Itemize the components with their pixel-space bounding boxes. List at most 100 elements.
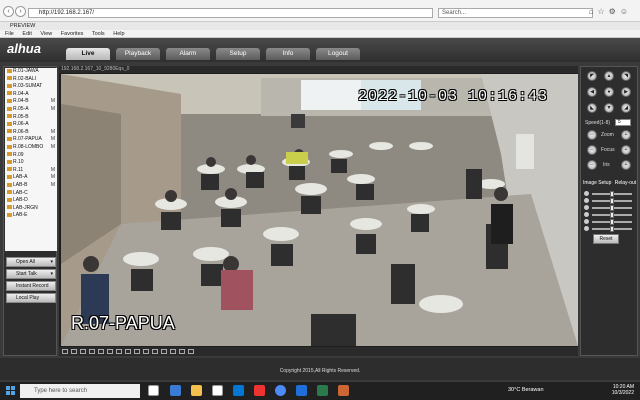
taskbar-search-input[interactable]: Type here to search [20,384,140,398]
slider-track[interactable] [592,226,632,232]
open-all-button[interactable]: Open All ▾ [6,257,56,267]
task-view-icon[interactable] [148,385,159,396]
slider-track[interactable] [592,219,632,225]
ptz-down-icon[interactable]: ▼ [604,103,614,113]
zoom-icon[interactable] [170,349,176,354]
browser-tab[interactable]: PREVIEW [0,22,640,30]
slider-track[interactable] [592,212,632,218]
menu-favorites[interactable]: Favorites [61,31,84,37]
camera-list-item[interactable]: LAB-B M [5,182,57,190]
image-slider-row[interactable] [584,212,636,218]
image-slider-row[interactable] [584,219,636,225]
tab-info[interactable]: Info [266,48,310,60]
layout-1-icon[interactable] [62,349,68,354]
slider-knob[interactable] [610,205,614,211]
tab-image-setup[interactable]: Image Setup [582,180,612,186]
focus-near-icon[interactable]: − [587,145,597,155]
camera-stream-indicator[interactable]: M [51,106,55,114]
image-slider-row[interactable] [584,198,636,204]
slider-knob[interactable] [610,219,614,225]
iris-open-icon[interactable]: + [621,160,631,170]
camera-list[interactable]: R.01-JAWA R.02-BALI R.03-SUMAT R.04-A R.04-B… [5,68,57,251]
record-icon[interactable] [152,349,158,354]
camera-stream-indicator[interactable]: M [51,167,55,175]
browser-toolbar-icons[interactable]: ⌂☆⚙☺ [589,7,632,16]
camera-list-item[interactable]: R.03-SUMAT [5,83,57,91]
tab-setup[interactable]: Setup [216,48,260,60]
ptz-left-icon[interactable]: ◀ [587,87,597,97]
start-talk-button[interactable]: Start Talk ▾ [6,269,56,279]
slider-knob[interactable] [610,212,614,218]
audio-icon[interactable] [161,349,167,354]
snapshot-icon[interactable] [143,349,149,354]
layout-8-icon[interactable] [80,349,86,354]
layout-64-icon[interactable] [125,349,131,354]
zoom-in-icon[interactable]: + [621,130,631,140]
ptz-speed-select[interactable]: 5 [615,119,631,126]
iris-close-icon[interactable]: − [587,160,597,170]
tab-logout[interactable]: Logout [316,48,360,60]
ptz-up-right-icon[interactable]: ◥ [621,71,631,81]
menu-help[interactable]: Help [113,31,124,37]
slider-knob[interactable] [610,198,614,204]
camera-list-item[interactable]: R.05-B [5,114,57,122]
fullscreen-icon[interactable] [134,349,140,354]
slider-track[interactable] [592,198,632,204]
image-slider-row[interactable] [584,191,636,197]
camera-list-item[interactable]: R.02-BALI [5,76,57,84]
camera-stream-indicator[interactable]: M [51,136,55,144]
menu-view[interactable]: View [40,31,52,37]
instant-record-button[interactable]: Instant Record [6,281,56,291]
local-play-button[interactable]: Local Play [6,293,56,303]
camera-feed[interactable]: 2022-10-03 10:16:43 R.07-PAPUA [61,74,578,346]
ptz-home-icon[interactable]: ● [604,87,614,97]
image-slider-row[interactable] [584,205,636,211]
camera-list-item[interactable]: R.01-JAWA [5,68,57,76]
app-icon[interactable] [338,385,349,396]
camera-list-item[interactable]: R.06-B M [5,129,57,137]
system-clock[interactable]: 10:20 AM 10/3/2022 [612,384,634,396]
ptz-right-icon[interactable]: ▶ [621,87,631,97]
menu-tools[interactable]: Tools [92,31,105,37]
edge-icon[interactable] [170,385,181,396]
reset-button[interactable]: Reset [593,234,619,244]
windows-start-icon[interactable] [6,386,16,396]
menu-edit[interactable]: Edit [22,31,31,37]
back-icon[interactable]: ‹ [3,6,14,17]
slider-knob[interactable] [610,226,614,232]
slider-knob[interactable] [610,191,614,197]
camera-list-item[interactable]: R.05-A M [5,106,57,114]
image-slider-row[interactable] [584,226,636,232]
forward-icon[interactable]: › [15,6,26,17]
camera-list-item[interactable]: R.04-A [5,91,57,99]
layout-9-icon[interactable] [89,349,95,354]
ie-icon[interactable] [296,385,307,396]
camera-stream-indicator[interactable]: M [51,174,55,182]
camera-list-item[interactable]: LAB-JRGN [5,205,57,213]
app-icon[interactable] [317,385,328,396]
store-icon[interactable] [212,385,223,396]
camera-list-item[interactable]: R.07-PAPUA M [5,136,57,144]
ptz-up-left-icon[interactable]: ◤ [587,71,597,81]
ptz-down-left-icon[interactable]: ◣ [587,103,597,113]
camera-stream-indicator[interactable]: M [51,98,55,106]
camera-list-item[interactable]: R.08-LOMBO M [5,144,57,152]
slider-track[interactable] [592,205,632,211]
mail-icon[interactable] [233,385,244,396]
camera-list-item[interactable]: R.09 [5,152,57,160]
chrome-icon[interactable] [275,385,286,396]
camera-list-item[interactable]: R.10 [5,159,57,167]
menu-file[interactable]: File [5,31,14,37]
layout-4-icon[interactable] [71,349,77,354]
tab-playback[interactable]: Playback [116,48,160,60]
camera-list-item[interactable]: LAB-D [5,197,57,205]
camera-list-item[interactable]: LAB-A M [5,174,57,182]
ptz-down-right-icon[interactable]: ◢ [621,103,631,113]
file-explorer-icon[interactable] [191,385,202,396]
camera-list-item[interactable]: R.04-B M [5,98,57,106]
tab-live[interactable]: Live [66,48,110,60]
dropdown-arrow-icon[interactable]: ▾ [50,270,53,278]
close-all-icon[interactable] [188,349,194,354]
layout-25-icon[interactable] [107,349,113,354]
address-bar[interactable]: http://192.168.2.167/ [28,8,433,18]
